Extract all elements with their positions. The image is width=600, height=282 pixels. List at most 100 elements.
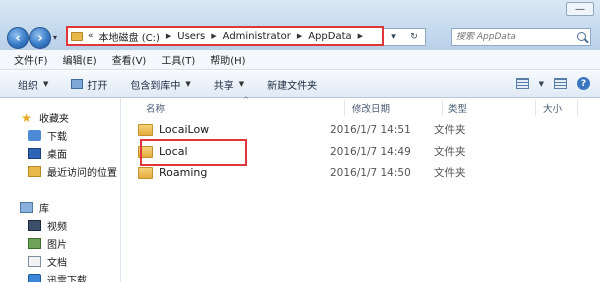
recent-places-icon — [28, 166, 41, 177]
nav-item-pictures[interactable]: 图片 — [28, 236, 67, 251]
column-divider[interactable] — [535, 100, 536, 116]
nav-item-label: 收藏夹 — [39, 114, 69, 125]
nav-item-label: 最近访问的位置 — [47, 168, 117, 179]
file-row[interactable]: Roaming 2016/1/7 14:50 文件夹 — [138, 163, 578, 182]
new-folder-button[interactable]: 新建文件夹 — [267, 77, 317, 92]
preview-pane-icon[interactable] — [554, 78, 567, 89]
nav-item-recent[interactable]: 最近访问的位置 — [28, 164, 117, 179]
breadcrumb-item[interactable]: AppData — [308, 31, 351, 42]
menu-bar: 文件(F) 编辑(E) 查看(V) 工具(T) 帮助(H) — [0, 50, 600, 70]
nav-item-label: 图片 — [47, 240, 67, 251]
breadcrumb-item[interactable]: Users — [177, 31, 205, 42]
folder-icon — [138, 145, 153, 158]
menu-view[interactable]: 查看(V) — [112, 52, 147, 67]
forward-arrow-icon: › — [37, 30, 43, 46]
file-type: 文件夹 — [434, 146, 466, 158]
chevron-down-icon[interactable]: ▼ — [539, 80, 544, 88]
column-divider[interactable] — [442, 100, 443, 116]
column-header-modified[interactable]: 修改日期 — [352, 98, 390, 117]
nav-item-label: 桌面 — [47, 150, 67, 161]
nav-item-label: 视频 — [47, 222, 67, 233]
column-divider[interactable] — [577, 100, 578, 116]
file-type: 文件夹 — [434, 124, 466, 136]
recent-pages-dropdown[interactable]: ▾ — [53, 33, 57, 42]
file-modified: 2016/1/7 14:49 — [330, 145, 411, 158]
column-header-name[interactable]: 名称 — [146, 98, 165, 117]
search-input[interactable] — [456, 32, 568, 42]
sort-indicator-icon: ^ — [243, 96, 249, 104]
share-button[interactable]: 共享 ▼ — [214, 77, 244, 92]
refresh-icon[interactable]: ↻ — [410, 32, 418, 42]
breadcrumb-separator-icon[interactable]: ▶ — [358, 32, 363, 40]
new-folder-label: 新建文件夹 — [267, 80, 318, 92]
search-icon[interactable] — [577, 32, 586, 41]
address-path-box[interactable]: « 本地磁盘 (C:) ▶ Users ▶ Administrator ▶ Ap… — [66, 26, 384, 46]
folder-icon — [138, 166, 153, 179]
nav-item-label: 下载 — [47, 132, 67, 143]
folder-icon — [138, 123, 153, 136]
share-label: 共享 — [213, 80, 234, 92]
change-view-icon[interactable] — [515, 78, 529, 89]
breadcrumb-separator-icon[interactable]: ▶ — [297, 32, 302, 40]
nav-item-label: 文档 — [47, 258, 67, 269]
back-button[interactable]: ‹ — [7, 27, 29, 49]
open-icon — [71, 79, 84, 89]
file-modified: 2016/1/7 14:50 — [330, 166, 411, 179]
search-box — [451, 28, 591, 46]
file-modified: 2016/1/7 14:51 — [330, 123, 411, 136]
include-in-library-label: 包含到库中 — [130, 80, 181, 92]
thunder-download-icon — [28, 274, 41, 282]
downloads-icon — [28, 130, 41, 141]
breadcrumb-separator-icon[interactable]: ▶ — [211, 32, 216, 40]
menu-edit[interactable]: 编辑(E) — [63, 52, 97, 67]
chevron-down-icon: ▼ — [185, 80, 191, 88]
menu-file[interactable]: 文件(F) — [14, 52, 48, 67]
desktop-icon — [28, 148, 41, 159]
nav-item-label: 库 — [39, 204, 49, 215]
file-row[interactable]: Local 2016/1/7 14:49 文件夹 — [138, 142, 578, 161]
command-bar: 组织 ▼ 打开 包含到库中 ▼ 共享 ▼ 新建文件夹 ▼ ? — [0, 71, 600, 98]
breadcrumb-overflow[interactable]: « — [88, 31, 94, 41]
menu-tools[interactable]: 工具(T) — [161, 52, 195, 67]
nav-item-libraries[interactable]: 库 — [20, 200, 49, 215]
help-icon[interactable]: ? — [577, 77, 590, 90]
column-header-size[interactable]: 大小 — [543, 98, 562, 117]
address-dropdown-icon[interactable]: ▾ — [391, 32, 396, 42]
nav-item-downloads[interactable]: 下载 — [28, 128, 67, 143]
minimize-button[interactable]: — — [566, 2, 594, 16]
organize-label: 组织 — [18, 80, 38, 92]
open-button[interactable]: 打开 — [71, 77, 107, 92]
nav-item-thunder[interactable]: 迅雷下载 — [28, 272, 87, 282]
folder-icon — [71, 31, 83, 41]
breadcrumb-separator-icon[interactable]: ▶ — [166, 32, 171, 40]
nav-item-documents[interactable]: 文档 — [28, 254, 67, 269]
file-row[interactable]: LocaiLow 2016/1/7 14:51 文件夹 — [138, 120, 578, 139]
nav-item-favorites[interactable]: ★ 收藏夹 — [20, 110, 69, 126]
organize-button[interactable]: 组织 ▼ — [18, 77, 48, 92]
column-divider[interactable] — [344, 100, 345, 116]
open-label: 打开 — [87, 80, 108, 92]
breadcrumb-item[interactable]: 本地磁盘 (C:) — [99, 29, 160, 44]
back-arrow-icon: ‹ — [15, 30, 21, 46]
file-type: 文件夹 — [434, 167, 466, 179]
nav-item-videos[interactable]: 视频 — [28, 218, 67, 233]
nav-item-desktop[interactable]: 桌面 — [28, 146, 67, 161]
navigation-pane: ★ 收藏夹 下载 桌面 最近访问的位置 库 视频 图片 文档 迅雷下载 — [0, 98, 121, 282]
breadcrumb-item[interactable]: Administrator — [223, 31, 291, 42]
file-list: ^ 名称 修改日期 类型 大小 LocaiLow 2016/1/7 14:51 … — [122, 96, 600, 282]
libraries-icon — [20, 202, 33, 213]
forward-button[interactable]: › — [29, 27, 51, 49]
address-actions: ▾ ↻ — [384, 28, 426, 46]
view-controls: ▼ ? — [515, 77, 590, 90]
star-icon: ★ — [21, 110, 32, 125]
chevron-down-icon: ▼ — [238, 80, 245, 88]
file-name: Roaming — [159, 166, 208, 179]
include-in-library-button[interactable]: 包含到库中 ▼ — [130, 77, 190, 92]
file-name: Local — [159, 145, 188, 158]
address-bar: — ‹ › ▾ « 本地磁盘 (C:) ▶ Users ▶ Administra… — [0, 0, 600, 50]
pictures-icon — [28, 238, 41, 249]
column-header-type[interactable]: 类型 — [448, 98, 467, 117]
nav-item-label: 迅雷下载 — [47, 276, 87, 282]
menu-help[interactable]: 帮助(H) — [210, 52, 245, 67]
chevron-down-icon: ▼ — [43, 80, 49, 88]
